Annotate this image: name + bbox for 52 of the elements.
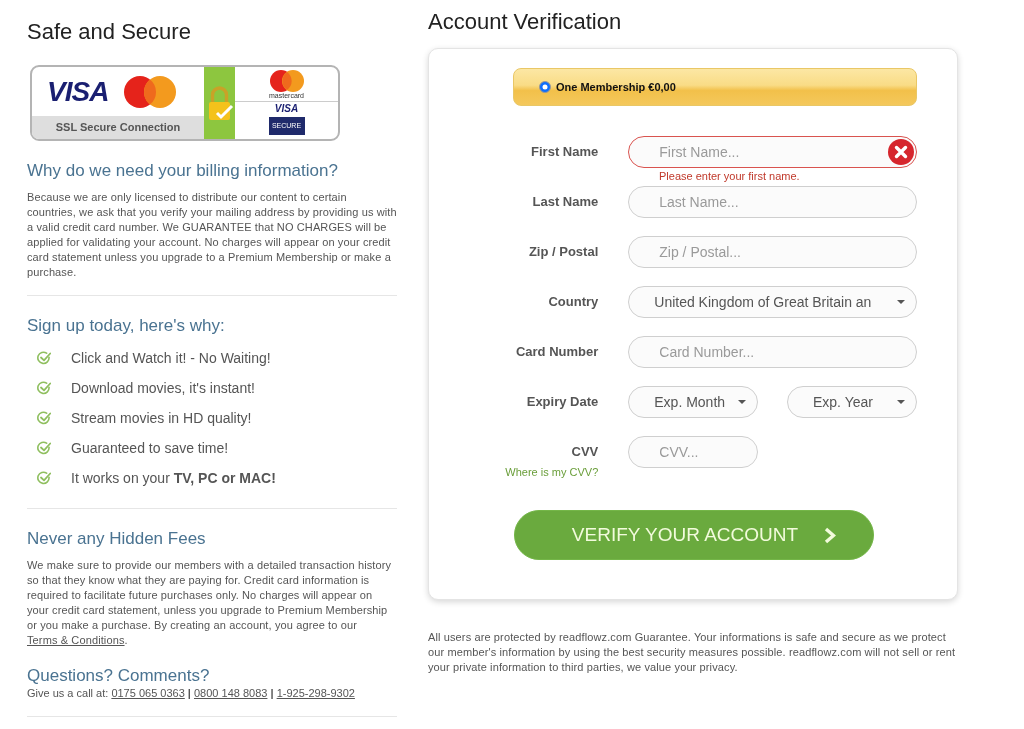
- field-label: Expiry Date: [526, 393, 599, 411]
- benefit-text: It works on your TV, PC or MAC!: [71, 468, 276, 488]
- phone-link[interactable]: 0175 065 0363: [111, 687, 185, 699]
- privacy-note: All users are protected by readflowz.com Guarantee. Your informations is safe and secure as we protect our member's information by using the best security measures possible. readflowz.com will not sell or rent your private information to third parties, we value your privacy.: [428, 630, 957, 675]
- field-label: CVV: [571, 443, 599, 461]
- field-label: Zip / Postal: [528, 243, 599, 261]
- benefit-text: Click and Watch it! - No Waiting!: [71, 348, 271, 368]
- section-heading: Questions? Comments?: [27, 665, 211, 687]
- benefit-text: Download movies, it's instant!: [71, 378, 255, 398]
- card-logo-icon: [124, 75, 177, 108]
- chevron-right-icon: [824, 526, 837, 544]
- input-field[interactable]: Card Number...: [628, 336, 917, 368]
- field-label: Last Name: [532, 193, 599, 211]
- section-heading: Sign up today, here's why:: [27, 315, 226, 337]
- dropdown-field[interactable]: United Kingdom of Great Britain an: [628, 286, 917, 318]
- field-label: Country: [548, 293, 599, 311]
- input-field[interactable]: Zip / Postal...: [628, 236, 917, 268]
- benefit-text: Stream movies in HD quality!: [71, 408, 252, 428]
- info-paragraph: We make sure to provide our members with a detailed transaction history so that they know what they are paying for. Credit card information is required to facilitate future purchases only. No charges will appear on your credit card statement, unless you upgrade to Premium Membership or you make a purchase. By creating an account, you agree to our Terms & Conditions.: [27, 558, 393, 648]
- contact-text: Give us a call at: 0175 065 0363 | 0800 148 8083 | 1-925-298-9302: [27, 686, 356, 701]
- radio-button[interactable]: [539, 81, 551, 93]
- check-circle-icon: [37, 351, 51, 365]
- card-brand-text: VISA: [274, 103, 299, 115]
- check-circle-icon: [37, 381, 51, 395]
- dropdown-field[interactable]: Exp. Month: [628, 386, 759, 418]
- page-heading: Account Verification: [428, 9, 623, 35]
- benefit-text: Guaranteed to save time!: [71, 438, 229, 458]
- error-icon: [888, 139, 914, 165]
- phone-link[interactable]: 1-925-298-9302: [276, 687, 355, 699]
- field-label: Card Number: [515, 343, 599, 361]
- caret-icon: [897, 300, 905, 304]
- info-paragraph: Because we are only licensed to distribute our content to certain countries, we ask that you verify your mailing address by providing us with a valid credit card number. We GUARANTEE that NO CHARGES will be applied for validating your account. No charges will appear on your credit card statement unless you upgrade to a Premium Membership or make a purchase.: [27, 190, 397, 280]
- input-field[interactable]: Last Name...: [628, 186, 917, 218]
- caret-icon: [738, 400, 747, 404]
- check-circle-icon: [37, 471, 51, 485]
- membership-label: One Membership €0,00: [556, 79, 676, 95]
- section-heading: Never any Hidden Fees: [27, 528, 207, 550]
- dropdown-field[interactable]: Exp. Year: [787, 386, 917, 418]
- caret-icon: [897, 400, 905, 404]
- field-label: First Name: [531, 143, 599, 161]
- card-logo-icon: [269, 70, 304, 92]
- input-field[interactable]: First Name...: [628, 136, 917, 168]
- page-heading: Safe and Secure: [27, 19, 192, 45]
- check-circle-icon: [37, 411, 51, 425]
- card-brand-text: VISA: [47, 76, 109, 107]
- terms-link[interactable]: Terms & Conditions: [27, 634, 125, 646]
- section-heading: Why do we need your billing information?: [27, 160, 339, 182]
- error-message: Please enter your first name.: [659, 169, 801, 183]
- check-circle-icon: [37, 441, 51, 455]
- phone-link[interactable]: 0800 148 8083: [194, 687, 268, 699]
- input-field[interactable]: CVV...: [628, 436, 759, 468]
- ssl-label: SSL Secure Connection: [32, 116, 204, 139]
